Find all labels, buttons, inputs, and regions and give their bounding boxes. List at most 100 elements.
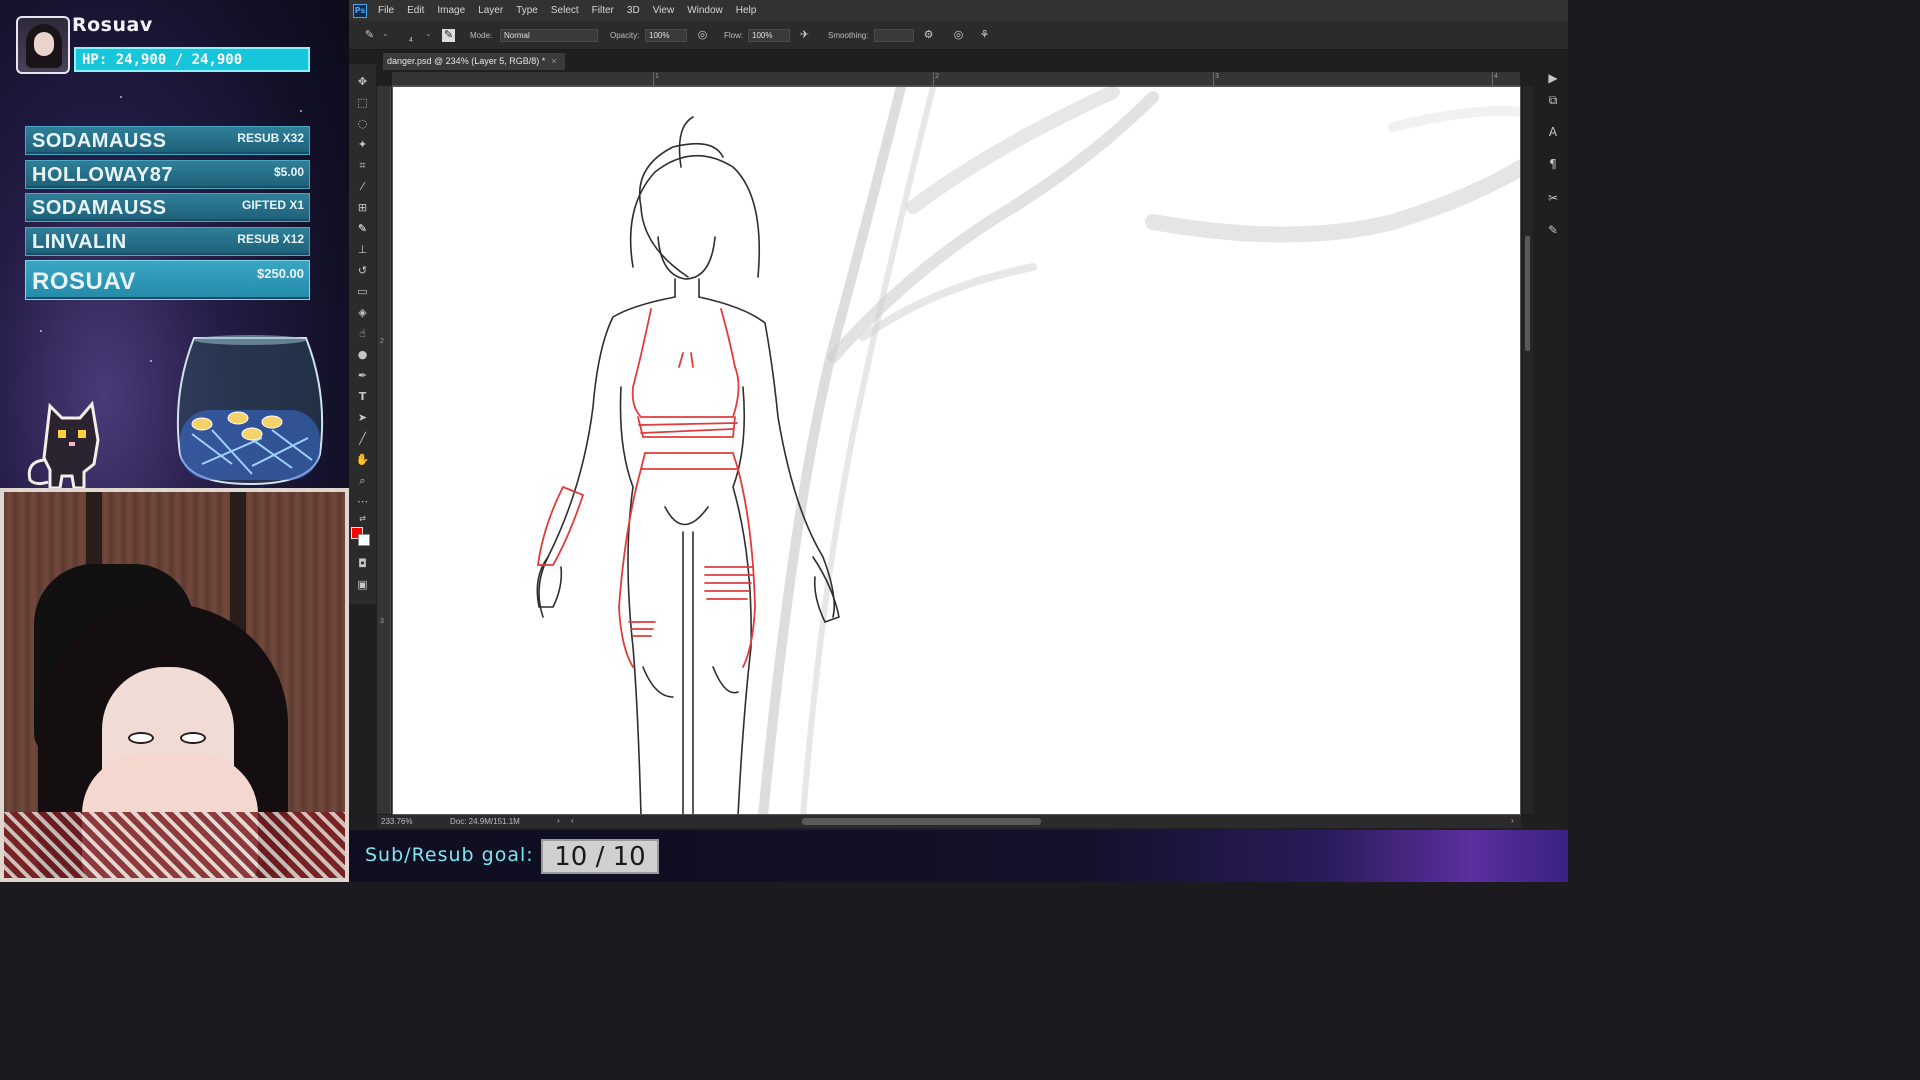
ruler-label: 2 [380, 338, 384, 345]
pen-icon[interactable]: ✒ [355, 368, 370, 383]
paragraph-panel-icon[interactable]: ¶ [1545, 156, 1561, 172]
crop-icon[interactable]: ⌗ [355, 158, 370, 173]
flow-field[interactable]: 100% [748, 29, 790, 42]
airbrush-icon[interactable]: ✈ [798, 29, 811, 42]
symmetry-butterfly-icon[interactable]: ⚘ [978, 29, 991, 42]
lasso-icon[interactable]: ◌ [355, 116, 370, 131]
streamer-avatar [16, 16, 70, 74]
vertical-scrollbar-thumb[interactable] [1525, 236, 1530, 351]
dodge-icon[interactable]: ● [355, 347, 370, 362]
pressure-size-icon[interactable]: ◎ [952, 29, 965, 42]
smudge-icon[interactable]: ☝ [355, 326, 370, 341]
move-icon[interactable]: ✥ [355, 74, 370, 89]
stamp-icon[interactable]: ⊥ [355, 242, 370, 257]
event-detail: RESUB X32 [237, 131, 304, 145]
smoothing-field[interactable] [874, 29, 914, 42]
screen-mode-icon[interactable]: ▣ [355, 577, 370, 592]
document-tab[interactable]: danger.psd @ 234% (Layer 5, RGB/8) * × [383, 53, 565, 70]
event-detail: RESUB X12 [237, 231, 304, 246]
play-actions-icon[interactable]: ▶ [1545, 70, 1561, 86]
brush-size[interactable]: 4 [409, 37, 413, 44]
menu-view[interactable]: View [652, 5, 676, 16]
history-brush-icon[interactable]: ↺ [355, 263, 370, 278]
eraser-icon[interactable]: ▭ [355, 284, 370, 299]
document-canvas[interactable] [392, 86, 1521, 815]
patch-icon[interactable]: ⊞ [355, 200, 370, 215]
streamer-name: Rosuav [72, 14, 153, 36]
event-name: SODAMAUSS [32, 197, 167, 219]
tip-jar [176, 335, 324, 486]
brush-icon[interactable]: ✎ [355, 221, 370, 236]
event-detail: $250.00 [257, 266, 304, 281]
event-item: SODAMAUSS GIFTED X1 [25, 193, 310, 222]
ruler-label: 4 [1494, 73, 1498, 80]
history-icon[interactable]: ⧉ [1545, 92, 1561, 108]
pixel-cat-mascot [27, 400, 100, 488]
ruler-vertical: 2 3 [377, 86, 391, 814]
smoothing-label: Smoothing: [828, 31, 869, 40]
horizontal-scrollbar-thumb[interactable] [802, 818, 1041, 825]
path-select-icon[interactable]: ➤ [355, 410, 370, 425]
menu-filter[interactable]: Filter [591, 5, 615, 16]
hp-text: HP: 24,900 / 24,900 [82, 51, 243, 68]
smoothing-settings-gear-icon[interactable]: ⚙ [922, 29, 935, 42]
event-item: HOLLOWAY87 $5.00 [25, 159, 310, 189]
close-tab-icon[interactable]: × [551, 56, 556, 66]
menu-image[interactable]: Image [436, 5, 466, 16]
menu-select[interactable]: Select [550, 5, 580, 16]
scroll-left-icon[interactable]: ‹ [571, 816, 574, 825]
mode-label: Mode: [470, 31, 493, 40]
menu-file[interactable]: File [377, 5, 395, 16]
pressure-opacity-icon[interactable]: ◎ [696, 29, 709, 42]
magic-wand-icon[interactable]: ✦ [355, 137, 370, 152]
event-detail: $5.00 [273, 164, 304, 179]
event-name: ROSUAV [32, 268, 136, 295]
event-detail: GIFTED X1 [241, 198, 304, 212]
scroll-right-icon[interactable]: › [1511, 816, 1514, 825]
event-feed: SODAMAUSS RESUB X32 HOLLOWAY87 $5.00 SOD… [25, 126, 310, 305]
marquee-icon[interactable]: ⬚ [355, 95, 370, 110]
zoom-level[interactable]: 233.76% [381, 817, 413, 826]
vertical-scrollbar[interactable] [1523, 86, 1533, 814]
brush-panel-icon[interactable]: ✎ [442, 29, 455, 42]
more-tools-icon[interactable]: ⋯ [355, 494, 370, 509]
webcam-feed [0, 488, 349, 882]
brush-settings-icon[interactable]: ✎ [1545, 222, 1561, 238]
tool-presets-icon[interactable]: ✂ [1545, 190, 1561, 206]
hand-icon[interactable]: ✋ [355, 452, 370, 467]
zoom-icon[interactable]: ⌕ [355, 473, 370, 488]
quick-mask-icon[interactable]: ◘ [355, 556, 370, 571]
status-expand-icon[interactable]: › [557, 816, 560, 825]
menu-type[interactable]: Type [515, 5, 539, 16]
paint-bucket-icon[interactable]: ◈ [355, 305, 370, 320]
brush-preset-icon[interactable]: ✎ [363, 29, 376, 42]
event-name: HOLLOWAY87 [32, 163, 173, 186]
mode-select[interactable]: Normal [500, 29, 598, 42]
screen: Rosuav HP: 24,900 / 24,900 SODAMAUSS RES… [0, 0, 1568, 882]
swap-colors-icon[interactable]: ⇄ [355, 511, 370, 526]
flow-label: Flow: [724, 31, 744, 40]
type-icon[interactable]: T [355, 389, 370, 404]
line-icon[interactable]: ╱ [355, 431, 370, 446]
collapsed-panels: ▶ ⧉ A ¶ ✂ ✎ [1538, 64, 1568, 264]
document-tab-title: danger.psd @ 234% (Layer 5, RGB/8) * [387, 56, 546, 66]
doc-size: Doc: 24.9M/151.1M [450, 817, 520, 826]
menu-edit[interactable]: Edit [406, 5, 425, 16]
hp-bar: HP: 24,900 / 24,900 [74, 47, 310, 72]
photoshop-logo-icon: Ps [353, 3, 367, 18]
character-panel-icon[interactable]: A [1545, 124, 1561, 140]
goal-value: 10 / 10 [554, 841, 646, 872]
eyedropper-icon[interactable]: ⁄ [355, 179, 370, 194]
event-item: SODAMAUSS RESUB X32 [25, 126, 310, 155]
menu-window[interactable]: Window [686, 5, 724, 16]
menu-bar: Ps File Edit Image Layer Type Select Fil… [349, 0, 1568, 21]
opacity-field[interactable]: 100% [645, 29, 687, 42]
menu-3d[interactable]: 3D [626, 5, 641, 16]
menu-layer[interactable]: Layer [477, 5, 504, 16]
sub-goal-strip: Sub/Resub goal: 10 / 10 [349, 830, 1568, 882]
event-name: LINVALIN [32, 230, 127, 253]
background-color-swatch[interactable] [358, 534, 370, 546]
menu-help[interactable]: Help [735, 5, 758, 16]
options-bar: ✎ ⌄ 4 ⌄ ✎ Mode: Normal Opacity: 100% ◎ F… [349, 21, 1568, 50]
ruler-label: 1 [655, 73, 659, 80]
